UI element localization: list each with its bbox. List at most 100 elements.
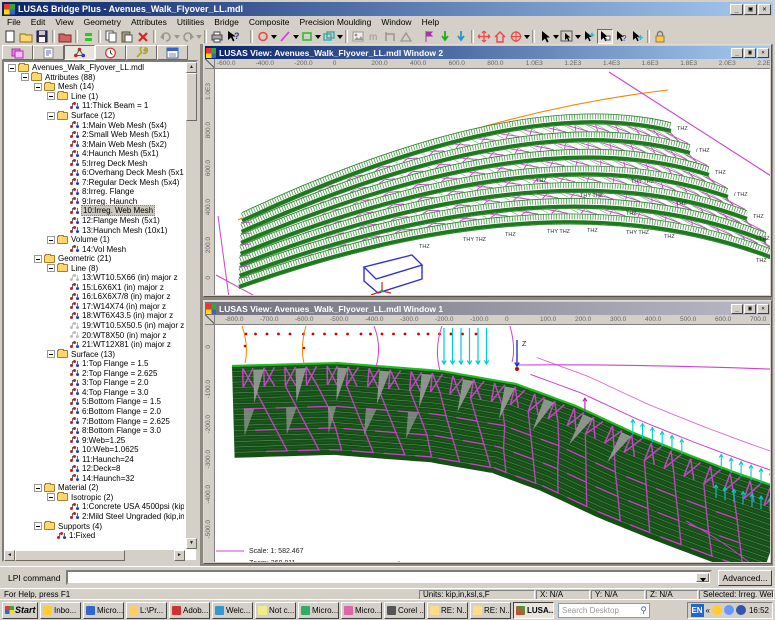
tree-item-label[interactable]: 4:Haunch Mesh (5x1) [81, 149, 159, 158]
tree-item[interactable]: 8:Bottom Flange = 3.0 [5, 426, 184, 436]
tree-item[interactable]: 3:Top Flange = 2.0 [5, 378, 184, 388]
tree-item[interactable]: 2:Top Flange = 2.625 [5, 369, 184, 379]
select-cursor-icon[interactable] [537, 29, 553, 44]
tree-item[interactable]: 6:Overhang Deck Mesh (5x1) [5, 168, 184, 178]
zoom-view-icon[interactable] [508, 29, 524, 44]
home-view-icon[interactable] [492, 29, 508, 44]
tree-item[interactable]: 12:Deck=8 [5, 464, 184, 474]
tree-item[interactable]: 3:Main Web Mesh (5x2) [5, 139, 184, 149]
tree-item[interactable]: 1:Concrete USA 4500psi (kip,in,k [5, 502, 184, 512]
tree-item-label[interactable]: 2:Top Flange = 2.625 [81, 369, 158, 378]
taskbar-button[interactable]: Inbo... [40, 602, 81, 619]
tree-item-label[interactable]: 5:Bottom Flange = 1.5 [81, 397, 162, 406]
taskbar-button[interactable]: Welc... [212, 602, 253, 619]
menu-geometry[interactable]: Geometry [79, 17, 126, 27]
taskbar-button[interactable]: Micro... [298, 602, 339, 619]
tree-item[interactable]: Avenues_Walk_Flyover_LL.mdl [5, 63, 184, 73]
view1-close-button[interactable]: ✕ [757, 304, 769, 314]
taskbar-button[interactable]: Not c... [255, 602, 296, 619]
tree-item-label[interactable]: Geometric (21) [57, 254, 112, 263]
view2-title-bar[interactable]: LUSAS View: Avenues_Walk_Flyover_LL.mdl … [205, 46, 770, 59]
tree-item[interactable]: 9:Web=1.25 [5, 435, 184, 445]
delete-icon[interactable] [135, 29, 151, 44]
tree-expand-box[interactable] [34, 522, 42, 530]
print-icon[interactable] [209, 29, 225, 44]
tree-item-label[interactable]: Attributes (88) [44, 73, 96, 82]
tree-item-label[interactable]: 10:Irreg. Web Mesh [81, 205, 155, 216]
tree-item-label[interactable]: 8:Irreg. Flange [81, 187, 135, 196]
tree-item[interactable]: 17:W14X74 (in) major z [5, 302, 184, 312]
volume-geometry-dropdown[interactable] [337, 35, 343, 42]
wireframe-icon[interactable] [398, 29, 414, 44]
redo-icon[interactable] [180, 29, 196, 44]
menu-window[interactable]: Window [376, 17, 416, 27]
advanced-button[interactable]: Advanced... [718, 570, 772, 586]
select-box-icon[interactable] [559, 29, 575, 44]
menu-view[interactable]: View [50, 17, 78, 27]
select-query-icon[interactable]: ? [613, 29, 629, 44]
tree-item[interactable]: 11:Thick Beam = 1 [5, 101, 184, 111]
menu-file[interactable]: File [2, 17, 26, 27]
save-file-icon[interactable] [34, 29, 50, 44]
tree-item-label[interactable]: 6:Bottom Flange = 2.0 [81, 407, 162, 416]
tree-item-label[interactable]: 1:Concrete USA 4500psi (kip,in,k [81, 502, 184, 511]
language-indicator[interactable]: EN [691, 604, 704, 617]
tree-expand-box[interactable] [47, 350, 55, 358]
tree-item[interactable]: Mesh (14) [5, 82, 184, 92]
taskbar-button[interactable]: L:\Pr... [126, 602, 167, 619]
move-down-green-icon[interactable] [437, 29, 453, 44]
tree-item[interactable]: 6:Bottom Flange = 2.0 [5, 407, 184, 417]
tree-item-label[interactable]: Surface (13) [70, 350, 116, 359]
select-drag-icon[interactable] [581, 29, 597, 44]
tree-item-label[interactable]: 11:Thick Beam = 1 [81, 101, 149, 110]
tree-item-label[interactable]: 4:Top Flange = 3.0 [81, 388, 150, 397]
tree-item[interactable]: 10:Irreg. Web Mesh [5, 206, 184, 216]
scroll-up-button[interactable]: ▲ [186, 62, 197, 73]
mirror-icon[interactable]: m [366, 29, 382, 44]
move-down-blue-icon[interactable] [453, 29, 469, 44]
tree-expand-box[interactable] [47, 493, 55, 501]
tree-item-label[interactable]: 19:WT10.5X50.5 (in) major z [81, 321, 184, 330]
tray-icon-messenger[interactable] [712, 605, 722, 615]
tree-expand-box[interactable] [47, 112, 55, 120]
tray-icon-update[interactable] [736, 605, 746, 615]
tree-item-label[interactable]: 1:Main Web Mesh (5x4) [81, 121, 168, 130]
tree-item[interactable]: 5:Irreg Deck Mesh [5, 158, 184, 168]
tree-item-label[interactable]: Surface (12) [70, 111, 116, 120]
tree-item-label[interactable]: Material (2) [57, 483, 99, 492]
scroll-down-button[interactable]: ▼ [186, 538, 197, 549]
tree-expand-box[interactable] [34, 255, 42, 263]
tree-item[interactable]: Line (8) [5, 263, 184, 273]
menu-composite[interactable]: Composite [244, 17, 295, 27]
tree-item[interactable]: 21:WT12X81 (in) major z [5, 340, 184, 350]
tree-hscrollbar[interactable]: ◄ ► [4, 549, 185, 560]
redo-dropdown[interactable] [196, 35, 202, 42]
flag-tool-icon[interactable] [421, 29, 437, 44]
tree-item[interactable]: Geometric (21) [5, 254, 184, 264]
equivalence-icon[interactable] [80, 29, 96, 44]
scroll-right-button[interactable]: ► [174, 550, 185, 561]
taskbar-button[interactable]: Micro... [83, 602, 124, 619]
tree-item[interactable]: 20:WT8X50 (in) major z [5, 330, 184, 340]
view1-title-bar[interactable]: LUSAS View: Avenues_Walk_Flyover_LL.mdl … [205, 302, 770, 315]
tree-item[interactable]: Isotropic (2) [5, 493, 184, 503]
paste-icon[interactable] [119, 29, 135, 44]
tree-item-label[interactable]: 2:Small Web Mesh (5x1) [81, 130, 170, 139]
tab-analyses[interactable] [95, 45, 126, 60]
new-file-icon[interactable] [2, 29, 18, 44]
restore-button[interactable]: ▣ [744, 4, 757, 15]
tree-item[interactable]: 15:L6X6X1 (in) major z [5, 283, 184, 293]
taskbar-button[interactable]: Micro... [341, 602, 382, 619]
tree-item[interactable]: Line (1) [5, 92, 184, 102]
minimize-button[interactable]: _ [730, 4, 743, 15]
tree-item-label[interactable]: 18:WT6X43.5 (in) major z [81, 311, 174, 320]
tree-item[interactable]: 2:Mild Steel Ungraded (kip,in,ksl [5, 512, 184, 522]
tree-item-label[interactable]: 7:Regular Deck Mesh (5x4) [81, 178, 180, 187]
tree-item[interactable]: 4:Top Flange = 3.0 [5, 388, 184, 398]
tree-item-label[interactable]: 2:Mild Steel Ungraded (kip,in,ksl [81, 512, 184, 521]
tray-icon-search[interactable] [724, 605, 734, 615]
tree-item[interactable]: 12:Flange Mesh (5x1) [5, 216, 184, 226]
tree-item-label[interactable]: 3:Top Flange = 2.0 [81, 378, 150, 387]
tree-expand-box[interactable] [47, 92, 55, 100]
tree-item[interactable]: 1:Fixed [5, 531, 184, 541]
